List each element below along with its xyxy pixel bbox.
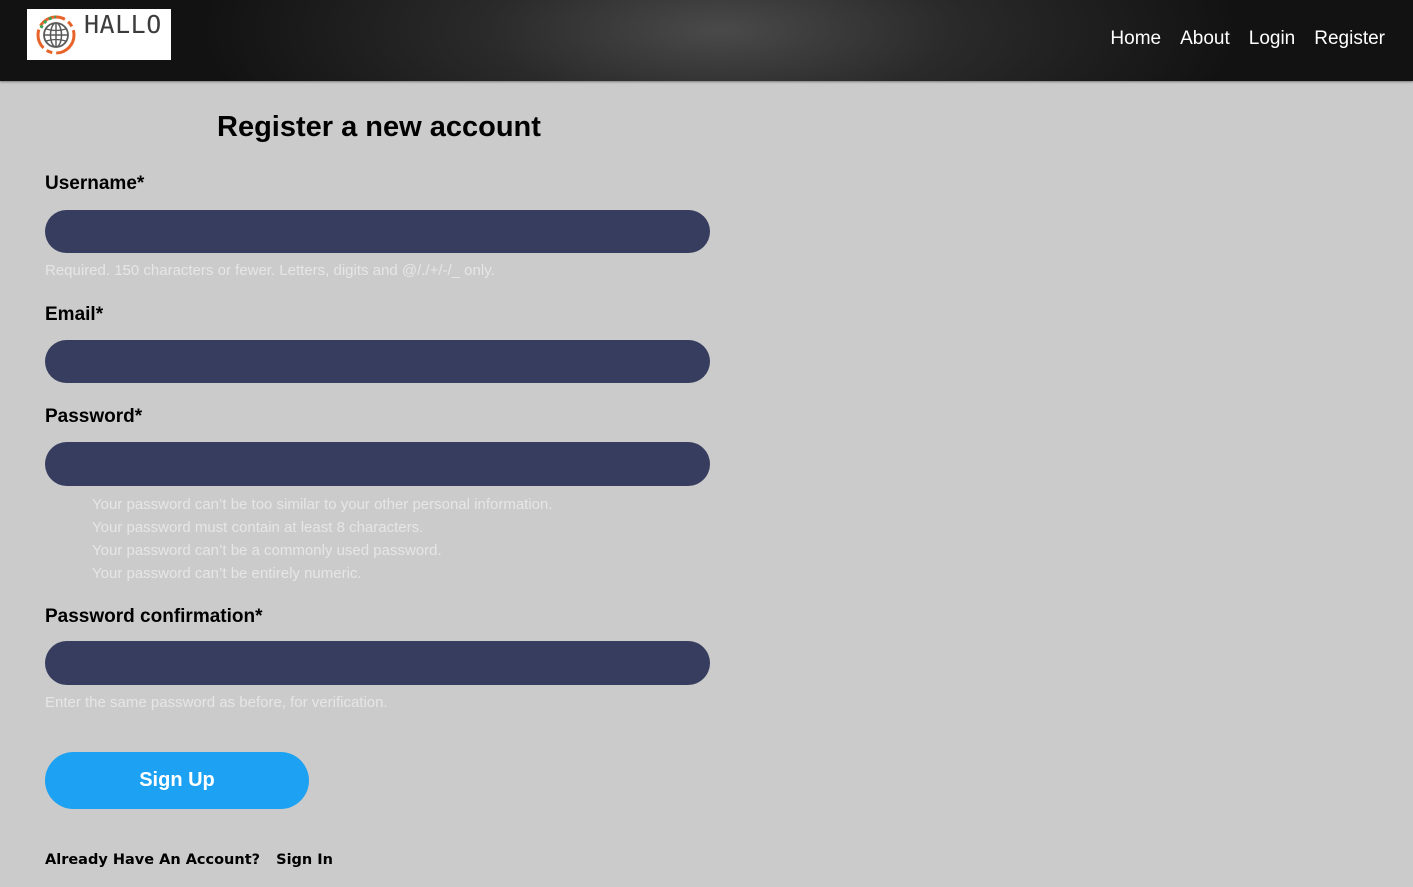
globe-icon bbox=[36, 15, 76, 55]
sign-in-prompt: Already Have An Account? Sign In bbox=[45, 852, 333, 868]
email-input[interactable] bbox=[45, 340, 710, 383]
password-help-item: Your password can’t be entirely numeric. bbox=[92, 565, 362, 582]
password-input[interactable] bbox=[45, 442, 710, 486]
brand-logo[interactable]: HALLO bbox=[27, 9, 171, 60]
password-help-item: Your password can’t be too similar to yo… bbox=[92, 496, 553, 513]
brand-name: HALLO bbox=[84, 10, 162, 39]
nav-home-link[interactable]: Home bbox=[1110, 28, 1161, 50]
top-navbar: HALLO Home About Login Register bbox=[0, 0, 1413, 81]
password-help-list: Your password can’t be too similar to yo… bbox=[92, 493, 553, 585]
already-have-account-text: Already Have An Account? bbox=[45, 852, 261, 868]
username-help-text: Required. 150 characters or fewer. Lette… bbox=[45, 262, 495, 279]
username-input[interactable] bbox=[45, 210, 710, 253]
sign-in-link[interactable]: Sign In bbox=[276, 852, 333, 868]
nav-login-link[interactable]: Login bbox=[1249, 28, 1296, 50]
page-title: Register a new account bbox=[217, 111, 541, 143]
email-label: Email* bbox=[45, 304, 104, 325]
nav-register-link[interactable]: Register bbox=[1314, 28, 1385, 50]
password-confirmation-label: Password confirmation* bbox=[45, 606, 263, 627]
password-help-item: Your password can’t be a commonly used p… bbox=[92, 542, 442, 559]
sign-up-button[interactable]: Sign Up bbox=[45, 752, 309, 809]
nav-about-link[interactable]: About bbox=[1180, 28, 1230, 50]
username-label: Username* bbox=[45, 173, 145, 194]
main-nav: Home About Login Register bbox=[1110, 28, 1385, 50]
password-label: Password* bbox=[45, 406, 143, 427]
password-confirmation-help-text: Enter the same password as before, for v… bbox=[45, 694, 388, 711]
password-confirmation-input[interactable] bbox=[45, 641, 710, 685]
password-help-item: Your password must contain at least 8 ch… bbox=[92, 519, 424, 536]
